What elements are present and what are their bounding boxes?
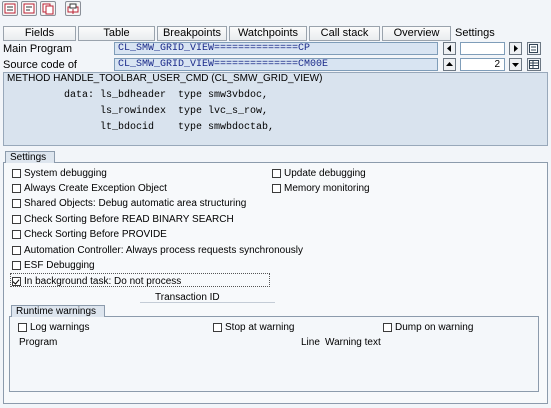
checkbox-label: Stop at warning (225, 322, 295, 333)
checkbox-always-create-exception[interactable]: Always Create Exception Object (12, 183, 167, 194)
print-icon (67, 3, 79, 14)
checkbox-box[interactable] (12, 230, 21, 239)
checkbox-label: Log warnings (30, 322, 90, 333)
tab-settings[interactable]: Settings (455, 26, 515, 41)
checkbox-label: Memory monitoring (284, 183, 370, 194)
checkbox-label: Update debugging (284, 168, 366, 179)
scroll-down-button[interactable] (509, 58, 522, 71)
checkbox-label: Dump on warning (395, 322, 474, 333)
checkbox-update-debugging[interactable]: Update debugging (272, 168, 366, 179)
checkbox-box[interactable] (383, 323, 392, 332)
main-program-label: Main Program (3, 43, 73, 55)
checkbox-background-task[interactable]: In background task: Do not process (12, 276, 181, 287)
source-code-field[interactable]: CL_SMW_GRID_VIEW==============CM00E (114, 58, 438, 71)
toolbar-button-1[interactable] (2, 1, 18, 16)
tab-overview[interactable]: Overview (382, 26, 451, 41)
tab-table[interactable]: Table (78, 26, 155, 41)
checkbox-label: Check Sorting Before READ BINARY SEARCH (24, 214, 234, 225)
runtime-warnings-title: Runtime warnings (11, 305, 106, 317)
checkbox-box[interactable] (272, 169, 281, 178)
checkbox-box[interactable] (12, 215, 21, 224)
toolbar-button-3[interactable] (40, 1, 56, 16)
list-view-button[interactable] (527, 58, 541, 71)
checkbox-label: Shared Objects: Debug automatic area str… (24, 198, 247, 209)
settings-group-title: Settings (5, 151, 56, 163)
checkbox-stop-at-warning[interactable]: Stop at warning (213, 322, 295, 333)
code-line-3: lt_bdocid type smwbdoctab, (64, 122, 275, 133)
checkbox-box[interactable] (12, 277, 21, 286)
checkbox-box[interactable] (272, 184, 281, 193)
column-line: Line (301, 337, 320, 348)
checkbox-memory-monitoring[interactable]: Memory monitoring (272, 183, 370, 194)
column-warning-text: Warning text (325, 337, 381, 348)
tab-breakpoints[interactable]: Breakpoints (157, 26, 227, 41)
toolbar-button-2[interactable] (21, 1, 37, 16)
checkbox-box[interactable] (12, 199, 21, 208)
checkbox-box[interactable] (12, 261, 21, 270)
checkbox-label: Automation Controller: Always process re… (24, 245, 304, 256)
tab-watchpoints[interactable]: Watchpoints (229, 26, 307, 41)
triangle-down-icon (512, 63, 519, 67)
table-icon (529, 60, 539, 69)
triangle-right-icon (514, 45, 518, 52)
main-program-field[interactable]: CL_SMW_GRID_VIEW==============CP (114, 42, 438, 55)
insert-icon (529, 44, 538, 53)
triangle-left-icon (447, 45, 451, 52)
list-icon (23, 3, 35, 14)
checkbox-dump-on-warning[interactable]: Dump on warning (383, 322, 473, 333)
checkbox-label: Always Create Exception Object (24, 183, 167, 194)
triangle-up-icon (446, 62, 453, 66)
list-icon (4, 3, 16, 14)
checkbox-box[interactable] (18, 323, 27, 332)
checkbox-label: ESF Debugging (24, 260, 95, 271)
insert-line-button[interactable] (527, 42, 541, 55)
checkbox-label: Check Sorting Before PROVIDE (24, 229, 167, 240)
nav-left-button[interactable] (443, 42, 456, 55)
source-code-label: Source code of (3, 59, 77, 71)
scroll-up-button[interactable] (443, 58, 456, 71)
checkbox-automation-controller[interactable]: Automation Controller: Always process re… (12, 245, 303, 256)
code-panel[interactable]: data: ls_bdheader type smw3vbdoc, ls_row… (3, 84, 548, 146)
checkbox-box[interactable] (12, 169, 21, 178)
method-title: METHOD HANDLE_TOOLBAR_USER_CMD (CL_SMW_G… (3, 72, 548, 84)
checkbox-check-sorting-read[interactable]: Check Sorting Before READ BINARY SEARCH (12, 214, 234, 225)
checkbox-box[interactable] (12, 184, 21, 193)
checkbox-shared-objects[interactable]: Shared Objects: Debug automatic area str… (12, 198, 246, 209)
nav-right-button[interactable] (509, 42, 522, 55)
main-program-input[interactable] (460, 42, 505, 55)
transaction-id-field[interactable] (140, 302, 275, 303)
tab-call-stack[interactable]: Call stack (309, 26, 380, 41)
checkbox-esf-debugging[interactable]: ESF Debugging (12, 260, 95, 271)
code-line-2: ls_rowindex type lvc_s_row, (64, 106, 269, 117)
checkbox-box[interactable] (213, 323, 222, 332)
checkbox-box[interactable] (12, 246, 21, 255)
toolbar-button-4[interactable] (65, 1, 81, 16)
checkbox-log-warnings[interactable]: Log warnings (18, 322, 89, 333)
source-line-input[interactable]: 2 (460, 58, 505, 71)
column-program: Program (19, 337, 58, 348)
checkbox-label: System debugging (24, 168, 107, 179)
tab-fields[interactable]: Fields (3, 26, 76, 41)
checkbox-system-debugging[interactable]: System debugging (12, 168, 107, 179)
checkbox-label: In background task: Do not process (24, 276, 182, 287)
code-line-1: data: ls_bdheader type smw3vbdoc, (64, 90, 269, 101)
checkbox-check-sorting-provide[interactable]: Check Sorting Before PROVIDE (12, 229, 167, 240)
copy-icon (42, 3, 54, 15)
